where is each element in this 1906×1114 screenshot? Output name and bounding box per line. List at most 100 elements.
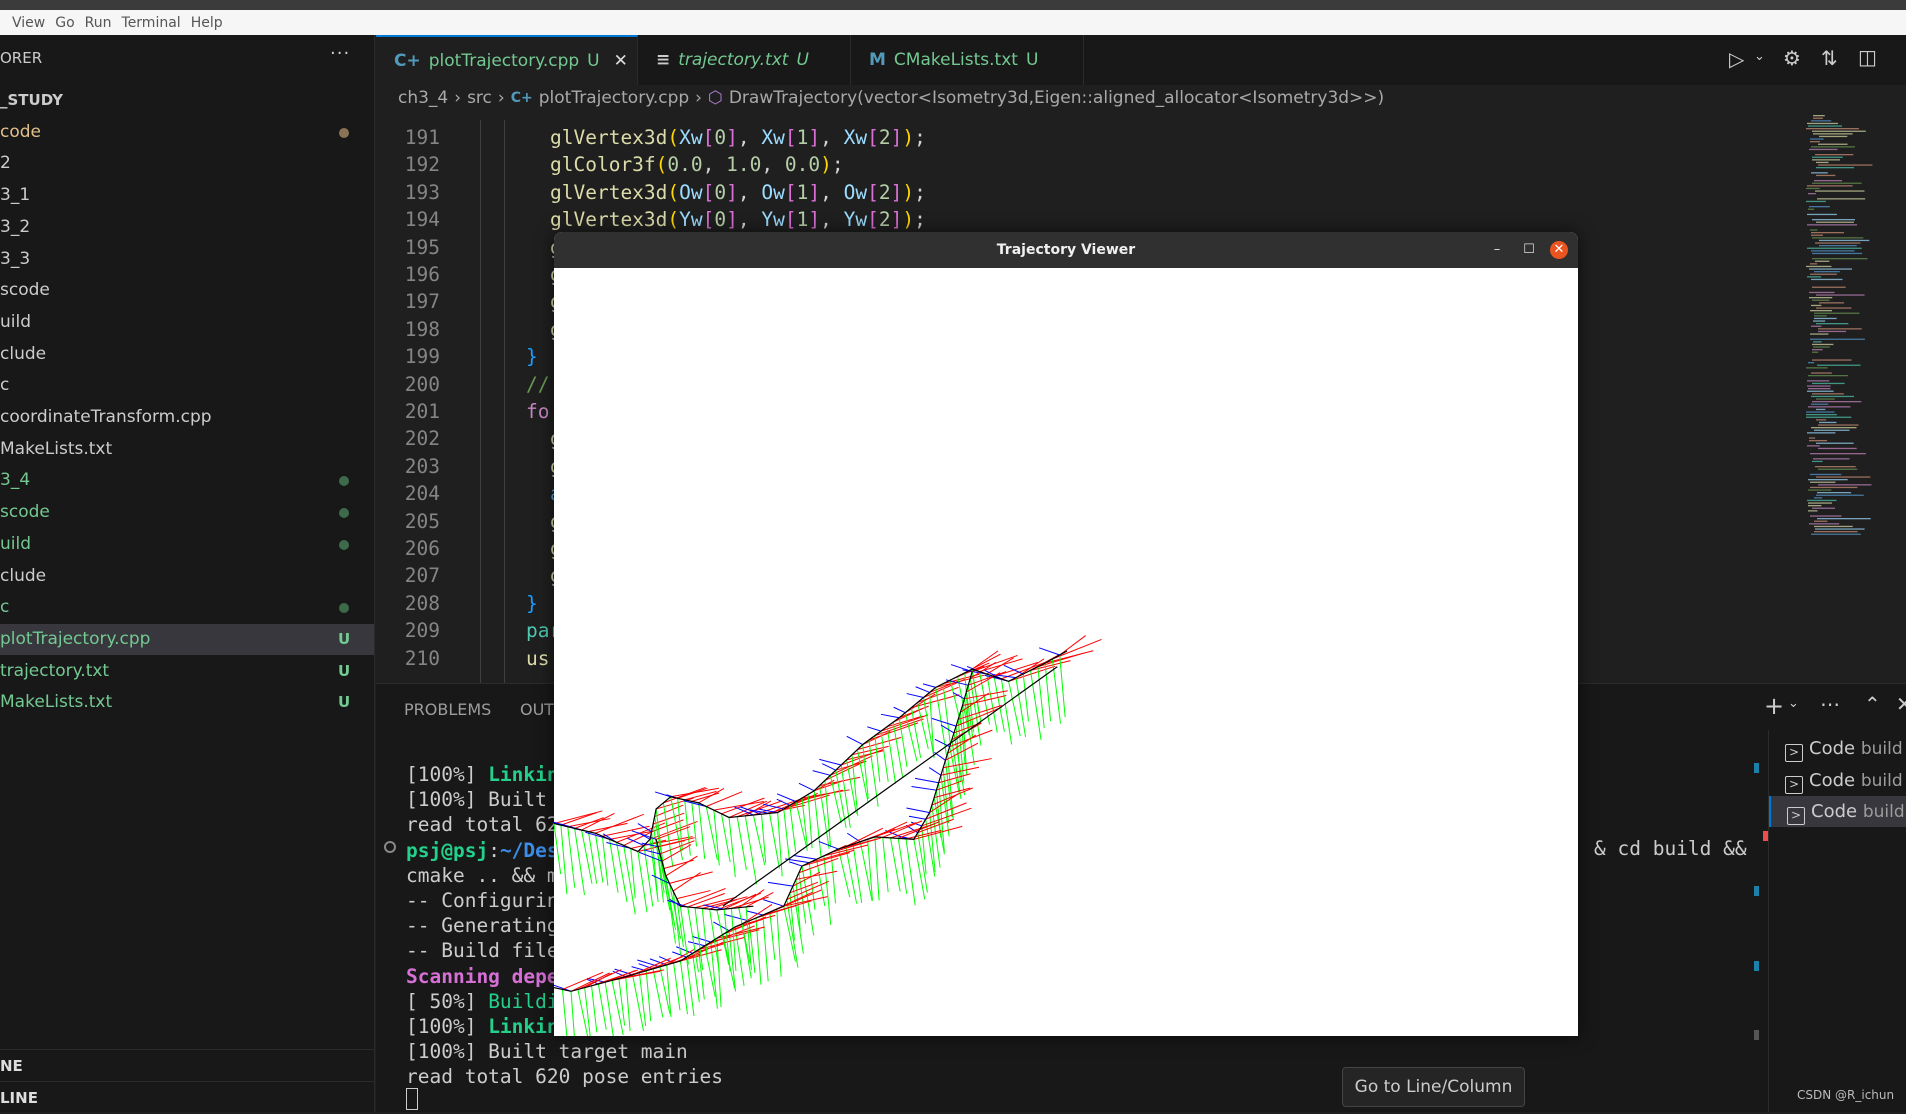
breadcrumb-folder[interactable]: src — [467, 88, 492, 108]
tree-item[interactable]: 2 — [0, 148, 374, 179]
tree-item[interactable]: scode — [0, 497, 374, 528]
minimap-line — [1813, 341, 1822, 343]
code-token: 2 — [878, 180, 891, 204]
y-axis-line — [581, 829, 593, 884]
y-axis-line — [687, 906, 699, 973]
code-line: 193 glVertex3d(Ow[0], Ow[1], Ow[2]); — [376, 179, 1796, 206]
tab-label: CMakeLists.txt — [893, 50, 1018, 70]
more-actions-icon[interactable]: ··· — [330, 43, 350, 64]
y-axis-line — [616, 842, 628, 903]
y-axis-line — [752, 814, 766, 866]
window-top-strip — [0, 0, 1906, 10]
scroll-marker — [1754, 763, 1759, 773]
menu-go[interactable]: Go — [55, 15, 74, 31]
terminal-line: read total 620 pose entries — [406, 1064, 723, 1089]
z-axis-line — [893, 706, 906, 714]
terminal-instance[interactable]: > Code build — [1769, 765, 1906, 796]
y-axis-line — [611, 980, 624, 1036]
y-axis-line — [645, 970, 652, 1022]
terminal-instance[interactable]: > Code build — [1769, 796, 1906, 827]
tree-item[interactable]: c — [0, 592, 374, 623]
gear-icon[interactable]: ⚙ — [1783, 46, 1801, 70]
tree-item[interactable]: coordinateTransform.cpp — [0, 402, 374, 433]
x-axis-line — [755, 904, 798, 919]
trajectory-viewer-window[interactable]: Trajectory Viewer – ☐ ✕ — [554, 232, 1578, 1036]
compare-changes-icon[interactable]: ⇅ — [1821, 46, 1838, 70]
code-token: ] — [808, 180, 821, 204]
code-token: 2 — [878, 126, 891, 149]
code-token: [ — [867, 180, 879, 204]
minimap-line — [1812, 349, 1823, 351]
terminal-name: Code — [1809, 769, 1856, 791]
tree-item[interactable]: 3_4 — [0, 465, 374, 496]
terminal-instance[interactable]: > Code build — [1769, 733, 1906, 764]
terminal-text: [100%] Built target main — [406, 1040, 688, 1064]
more-actions-icon[interactable]: ⋯ — [1820, 692, 1840, 716]
tree-item[interactable]: 3_1 — [0, 180, 374, 211]
close-tab-icon[interactable]: ✕ — [614, 51, 628, 71]
split-editor-icon[interactable]: ◫ — [1858, 45, 1877, 69]
menu-view[interactable]: View — [12, 15, 45, 31]
section-timeline[interactable]: LINE — [0, 1081, 374, 1113]
maximize-panel-icon[interactable]: ⌃ — [1864, 692, 1881, 716]
breadcrumb-file[interactable]: plotTrajectory.cpp — [539, 88, 689, 108]
tree-item[interactable]: trajectory.txt U — [0, 656, 374, 687]
minimap-line — [1814, 531, 1858, 533]
maximize-button[interactable]: ☐ — [1520, 241, 1538, 259]
tree-item-label: scode — [0, 280, 50, 301]
minimap-line — [1814, 525, 1853, 528]
menu-terminal[interactable]: Terminal — [122, 15, 181, 31]
chevron-down-icon[interactable]: ⌄ — [1754, 49, 1765, 64]
close-panel-icon[interactable]: ✕ — [1896, 692, 1906, 716]
close-button[interactable]: ✕ — [1550, 241, 1568, 259]
tree-item[interactable]: uild — [0, 529, 374, 560]
line-number: 205 — [404, 509, 440, 533]
section-outline[interactable]: NE — [0, 1049, 374, 1081]
z-axis-line — [911, 785, 937, 791]
tab-problems[interactable]: PROBLEMS — [404, 700, 491, 719]
tree-item[interactable]: MakeLists.txt U — [0, 687, 374, 718]
tree-item[interactable]: 3_3 — [0, 244, 374, 275]
tab-trajectory-txt[interactable]: ≡ trajectory.txt U — [638, 35, 851, 85]
minimap-line — [1812, 359, 1852, 361]
code-token: 0 — [714, 126, 727, 149]
minimap-line — [1811, 427, 1857, 429]
breadcrumb-symbol[interactable]: DrawTrajectory(vector<Isometry3d,Eigen::… — [729, 88, 1384, 108]
breadcrumb-folder[interactable]: ch3_4 — [398, 88, 448, 108]
menu-run[interactable]: Run — [85, 15, 112, 31]
x-axis-line — [560, 812, 597, 826]
code-token: ; — [914, 208, 926, 232]
modified-dot-icon — [339, 508, 349, 519]
terminal-text: psj@psj — [406, 838, 489, 862]
tree-item[interactable]: MakeLists.txt — [0, 434, 374, 465]
tree-item[interactable]: clude — [0, 561, 374, 592]
run-icon[interactable]: ▷ — [1729, 47, 1744, 71]
tree-item[interactable]: plotTrajectory.cpp U — [0, 623, 374, 655]
terminal-list: > Code build > Code build > Code build — [1768, 730, 1906, 1112]
minimap-line — [1812, 237, 1864, 239]
tab-output[interactable]: OUT — [520, 700, 554, 719]
new-terminal-icon[interactable]: + — [1764, 692, 1784, 720]
minimap-line — [1806, 200, 1826, 203]
minimap-line — [1810, 453, 1866, 455]
terminal-line: [100%] Linkin — [406, 1014, 559, 1039]
tab-cmakelists-txt[interactable]: M CMakeLists.txt U — [851, 35, 1084, 85]
minimap[interactable] — [1806, 115, 1906, 545]
tree-item[interactable]: 3_2 — [0, 212, 374, 243]
y-axis-line — [736, 816, 747, 870]
code-token: , — [820, 180, 844, 204]
tab-plottrajectory-cpp[interactable]: C+ plotTrajectory.cpp U ✕ — [376, 35, 638, 85]
tree-item[interactable]: code — [0, 117, 374, 148]
y-axis-line — [567, 826, 576, 888]
minimap-line — [1810, 338, 1865, 340]
trajectory-canvas[interactable] — [554, 268, 1578, 1036]
tree-item[interactable]: uild — [0, 307, 374, 338]
chevron-down-icon[interactable]: ⌄ — [1788, 696, 1799, 711]
tree-item[interactable]: _STUDY — [0, 85, 374, 116]
tree-item[interactable]: clude — [0, 339, 374, 370]
minimize-button[interactable]: – — [1488, 241, 1506, 259]
minimap-line — [1813, 320, 1826, 322]
tree-item[interactable]: c — [0, 370, 374, 401]
tree-item[interactable]: scode — [0, 275, 374, 306]
menu-help[interactable]: Help — [191, 15, 223, 31]
